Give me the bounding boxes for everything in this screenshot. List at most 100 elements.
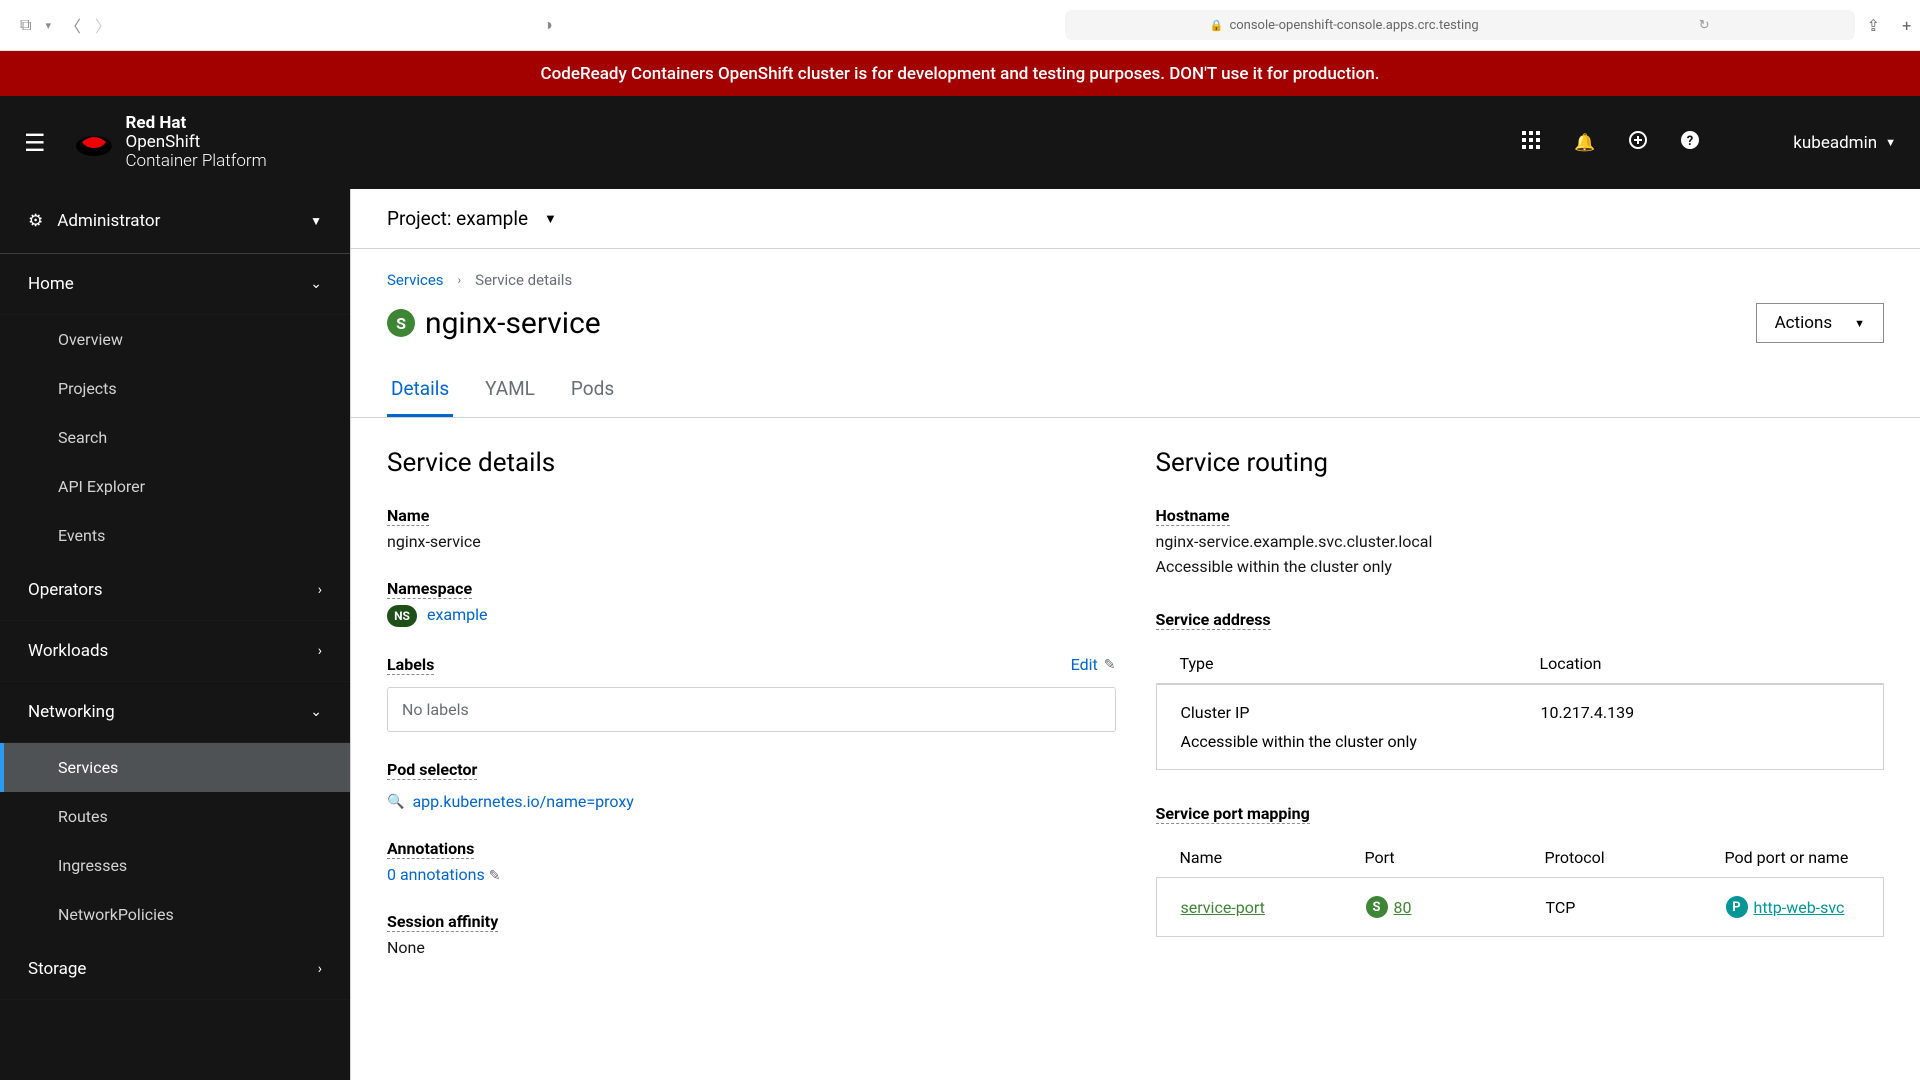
nav-storage-label: Storage (28, 959, 86, 979)
namespace-badge: NS (387, 605, 417, 627)
annotations-link[interactable]: 0 annotations (387, 865, 485, 884)
nav-item-networkpolicies[interactable]: NetworkPolicies (0, 890, 350, 939)
chevron-down-icon: ⌄ (310, 704, 322, 720)
tab-yaml[interactable]: YAML (481, 363, 539, 417)
dt-labels: Labels (387, 655, 434, 675)
dt-namespace: Namespace (387, 579, 472, 599)
project-selector[interactable]: Project: example (387, 207, 528, 230)
hostname-note: Accessible within the cluster only (1156, 557, 1885, 576)
shield-icon[interactable]: ◑ (543, 15, 553, 35)
nav-networking-label: Networking (28, 702, 115, 722)
nav-home[interactable]: Home ⌄ (0, 254, 350, 315)
port-protocol: TCP (1546, 898, 1726, 917)
url-text: console-openshift-console.apps.crc.testi… (1229, 18, 1478, 33)
hamburger-icon[interactable]: ☰ (24, 129, 46, 157)
nav-item-search[interactable]: Search (0, 413, 350, 462)
browser-chrome: ⧉ ▾ 〈 〉 ◑ 🔒 console-openshift-console.ap… (0, 0, 1920, 51)
port-name-link[interactable]: service-port (1181, 898, 1265, 917)
user-menu[interactable]: kubeadmin ▼ (1793, 133, 1896, 153)
dt-hostname: Hostname (1156, 506, 1230, 526)
dd-namespace: NS example (387, 605, 1116, 627)
addr-head-location: Location (1540, 654, 1602, 673)
nav-item-projects[interactable]: Projects (0, 364, 350, 413)
username: kubeadmin (1793, 133, 1877, 153)
nav-item-events[interactable]: Events (0, 511, 350, 560)
chevron-right-icon: › (318, 582, 322, 598)
chevron-right-icon: › (318, 643, 322, 659)
apps-icon[interactable] (1522, 131, 1540, 154)
nav-item-overview[interactable]: Overview (0, 315, 350, 364)
new-tab-icon[interactable]: + (1902, 16, 1911, 35)
caret-down-icon: ▼ (1885, 136, 1896, 149)
port-head-port: Port (1365, 848, 1545, 867)
port-head-protocol: Protocol (1545, 848, 1725, 867)
port-head-name: Name (1180, 848, 1365, 867)
pod-mini-badge: P (1726, 896, 1748, 918)
caret-down-icon[interactable]: ▼ (544, 211, 557, 227)
pencil-icon[interactable]: ✎ (489, 868, 501, 884)
breadcrumb-services[interactable]: Services (387, 271, 444, 289)
plus-circle-icon[interactable] (1629, 131, 1647, 154)
chevron-right-icon: › (318, 961, 322, 977)
namespace-link[interactable]: example (427, 605, 488, 624)
brand-logo[interactable]: Red Hat OpenShift Container Platform (74, 114, 267, 170)
chevron-right-icon: › (458, 273, 462, 287)
details-heading: Service details (387, 448, 1116, 478)
nav-networking[interactable]: Networking ⌄ (0, 682, 350, 743)
chevron-down-icon[interactable]: ▾ (45, 19, 51, 32)
nav-item-services[interactable]: Services (0, 743, 350, 792)
labels-edit[interactable]: Edit ✎ (1071, 655, 1116, 674)
nav-home-label: Home (28, 274, 74, 294)
gear-icon: ⚙ (28, 211, 43, 231)
nav-item-api-explorer[interactable]: API Explorer (0, 462, 350, 511)
lock-icon: 🔒 (1210, 19, 1224, 32)
share-icon[interactable]: ⇪ (1867, 16, 1880, 35)
breadcrumb: Services › Service details (351, 249, 1920, 289)
edit-label: Edit (1071, 655, 1098, 674)
dt-podselector: Pod selector (387, 760, 477, 780)
brand-line2: OpenShift (126, 132, 201, 152)
banner-text: CodeReady Containers OpenShift cluster i… (541, 64, 1380, 84)
port-number-link[interactable]: 80 (1394, 898, 1412, 917)
help-icon[interactable]: ? (1681, 131, 1699, 154)
pod-selector-link[interactable]: 🔍 app.kubernetes.io/name=proxy (387, 792, 1116, 811)
labels-box: No labels (387, 687, 1116, 732)
service-badge: S (387, 309, 415, 337)
nav-operators-label: Operators (28, 580, 103, 600)
caret-down-icon: ▼ (310, 214, 322, 228)
dt-name: Name (387, 506, 429, 526)
svg-text:?: ? (1687, 134, 1693, 149)
tab-pods[interactable]: Pods (567, 363, 618, 417)
addr-note: Accessible within the cluster only (1181, 732, 1860, 751)
dt-session: Session affinity (387, 912, 498, 932)
dd-annotations: 0 annotations ✎ (387, 865, 1116, 884)
nav-workloads-label: Workloads (28, 641, 108, 661)
bell-icon[interactable]: 🔔 (1574, 133, 1595, 153)
url-bar[interactable]: 🔒 console-openshift-console.apps.crc.tes… (1065, 10, 1855, 40)
nav-operators[interactable]: Operators › (0, 560, 350, 621)
brand-line1: Red Hat (126, 113, 187, 133)
page-title: nginx-service (425, 306, 601, 341)
pod-selector-value: app.kubernetes.io/name=proxy (412, 792, 633, 811)
back-icon[interactable]: 〈 (65, 13, 81, 37)
reload-icon[interactable]: ↻ (1699, 18, 1710, 33)
tabs: Details YAML Pods (351, 363, 1920, 418)
actions-button[interactable]: Actions ▼ (1756, 303, 1884, 343)
dd-session: None (387, 938, 1116, 957)
perspective-switcher[interactable]: ⚙ Administrator ▼ (0, 189, 350, 254)
routing-heading: Service routing (1156, 448, 1885, 478)
nav-storage[interactable]: Storage › (0, 939, 350, 1000)
nav-workloads[interactable]: Workloads › (0, 621, 350, 682)
dt-service-address: Service address (1156, 610, 1271, 630)
addr-location: 10.217.4.139 (1541, 703, 1635, 722)
redhat-fedora-icon (74, 128, 114, 158)
nav-item-routes[interactable]: Routes (0, 792, 350, 841)
addr-head-type: Type (1180, 654, 1540, 673)
pod-port-link[interactable]: http-web-svc (1754, 898, 1845, 917)
dd-hostname: nginx-service.example.svc.cluster.local (1156, 532, 1885, 551)
perspective-label: Administrator (57, 211, 160, 231)
tab-details[interactable]: Details (387, 363, 453, 417)
forward-icon[interactable]: 〉 (95, 13, 111, 37)
sidebar-toggle-icon[interactable]: ⧉ (20, 15, 31, 35)
nav-item-ingresses[interactable]: Ingresses (0, 841, 350, 890)
